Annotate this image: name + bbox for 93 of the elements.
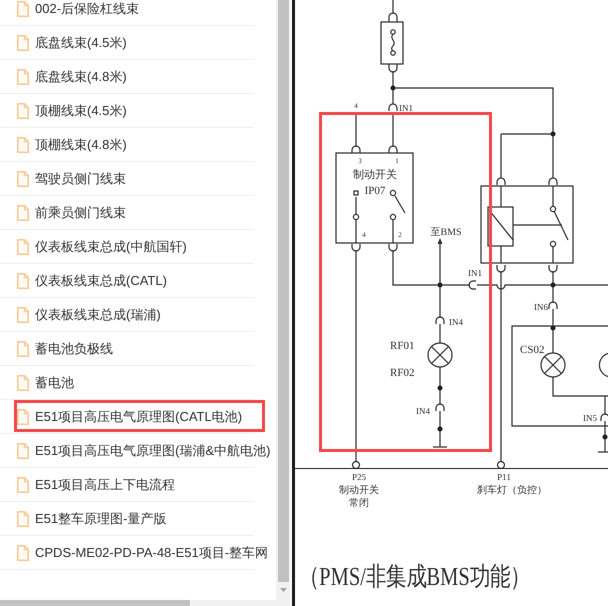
connector-symbol [388,244,398,252]
scrollbar-thumb[interactable] [278,0,288,582]
file-item[interactable]: E51项目高压上下电流程 [0,468,276,502]
junction-dot [550,326,556,330]
terminal-code: P11 [497,472,511,482]
document-icon [17,170,29,186]
terminal-symbol [352,460,360,470]
scroll-down-icon[interactable] [280,588,286,592]
file-item[interactable]: 蓄电池 [0,366,276,400]
junction-dot [550,282,556,288]
document-icon [17,204,29,220]
connector-label: IN6 [534,302,548,312]
junction-dot [438,282,442,288]
document-icon [17,544,29,560]
lamp-symbol [427,342,453,368]
component-code: CS02 [520,344,544,356]
terminal-label: 常闭 [349,498,369,509]
component-code: IP07 [364,185,386,197]
junction-dot [390,86,396,90]
junction-dot [602,434,608,440]
document-icon [17,102,29,118]
connector-label: IN4 [449,317,463,327]
file-item[interactable]: 底盘线束(4.8米) [0,60,276,94]
document-icon [17,306,29,322]
wire [439,324,441,343]
fuse-symbol [380,12,404,73]
scrollbar-track[interactable] [276,0,290,600]
document-icon [17,408,29,424]
terminal-symbol [496,460,506,470]
wire [392,0,394,14]
document-icon [17,476,29,492]
connector-symbol [548,301,558,309]
wire [552,309,554,353]
signal-arrow [438,238,442,285]
document-icon [17,0,29,16]
connector-symbol [468,280,476,290]
file-item[interactable]: 顶棚线束(4.5米) [0,94,276,128]
document-icon [17,340,29,356]
wire [355,112,357,147]
wire [604,421,606,452]
junction-dot [550,132,556,136]
wire [439,411,441,447]
wire [439,367,441,405]
lamp-symbol [540,352,566,378]
connector-label: IN1 [399,103,413,113]
connector-symbol [388,145,398,153]
scrollbar-thumb[interactable] [0,600,190,606]
document-icon [17,136,29,152]
terminal-label: 刹车灯（负控） [477,485,547,496]
connector-symbol [351,244,361,252]
document-icon [17,238,29,254]
connector-symbol [435,316,445,324]
terminal-label: 制动开关 [339,485,379,496]
connector-symbol [388,103,398,111]
terminal-code: P25 [352,472,366,482]
file-item[interactable]: 仪表板线束总成(CATL) [0,264,276,298]
file-item[interactable]: E51整车原理图-量产版 [0,502,276,536]
document-icon [17,68,29,84]
diagram-caption: （PMS/非集成BMS功能） [299,562,530,592]
junction-dot [438,386,442,390]
component-label: 制动开关 [353,169,397,181]
document-icon [17,442,29,458]
file-item[interactable]: 002-后保险杠线束 [0,0,276,26]
document-icon [17,510,29,526]
file-item[interactable]: 顶棚线束(4.8米) [0,128,276,162]
file-item[interactable]: E51项目高压电气原理图(CATL电池) [0,400,276,434]
file-item[interactable]: 仪表板线束总成(瑞浦) [0,298,276,332]
lamp-symbol [598,352,608,378]
connector-label: IN1 [468,268,482,278]
connector-label: IN5 [583,413,597,423]
connector-symbol [496,177,506,185]
junction-dot [438,426,442,432]
connector-symbol [548,265,558,273]
component-code: RF02 [390,367,414,379]
connector-symbol [548,177,558,185]
arrow-label: 至BMS [430,227,462,238]
connector-symbol [496,265,506,273]
file-item[interactable]: 仪表板线束总成(中航国轩) [0,230,276,264]
file-item[interactable]: 驾驶员侧门线束 [0,162,276,196]
document-icon [17,272,29,288]
component-code: RF01 [390,340,414,352]
connector-symbol [351,145,361,153]
file-item[interactable]: CPDS-ME02-PD-PA-48-E51项目-整车网 [0,536,276,570]
connector-symbol [600,413,608,421]
file-item[interactable]: 底盘线束(4.5米) [0,26,276,60]
document-icon [17,34,29,50]
file-item[interactable]: 前乘员侧门线束 [0,196,276,230]
file-item[interactable]: 蓄电池负极线 [0,332,276,366]
document-icon [17,374,29,390]
file-item[interactable]: E51项目高压电气原理图(瑞浦&中航电池) [0,434,276,468]
connector-label: IN4 [416,406,430,416]
connector-symbol [435,403,445,411]
scrollbar-track[interactable] [0,600,290,606]
